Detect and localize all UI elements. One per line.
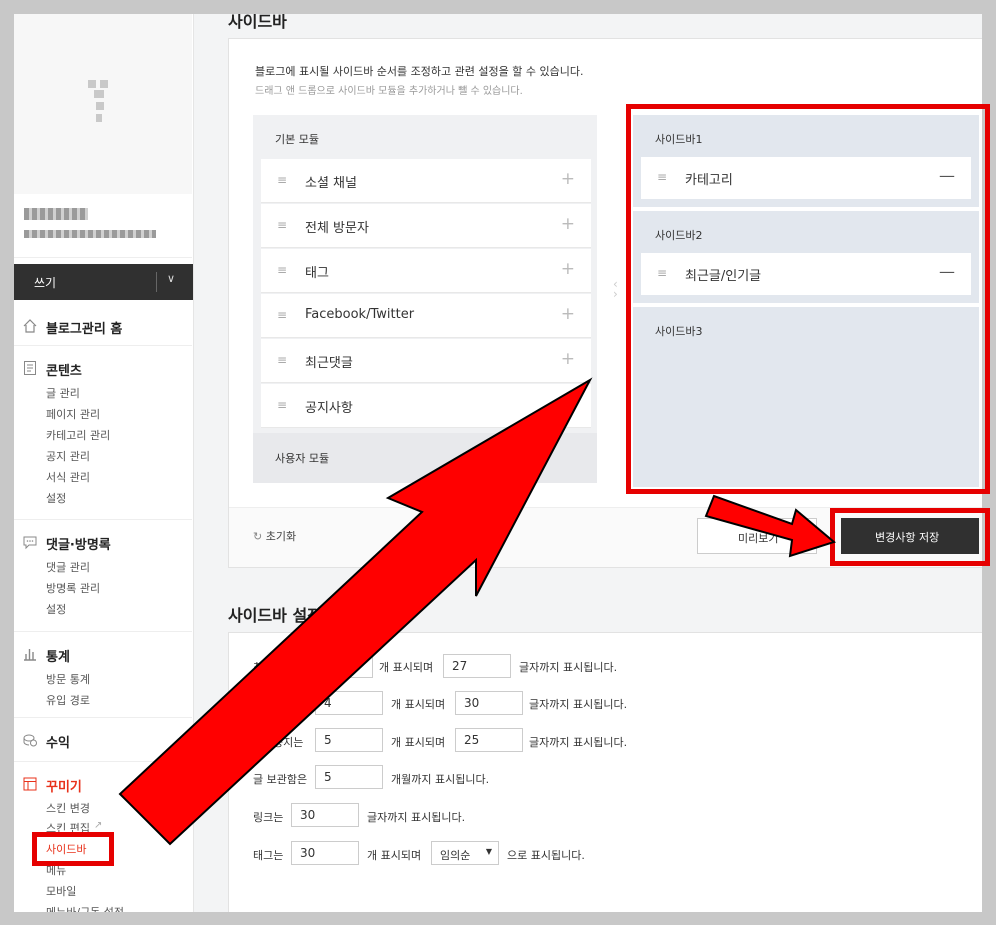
annotation-arrows	[118, 377, 837, 846]
big-red-arrow	[118, 377, 593, 846]
small-red-arrow	[704, 494, 837, 558]
